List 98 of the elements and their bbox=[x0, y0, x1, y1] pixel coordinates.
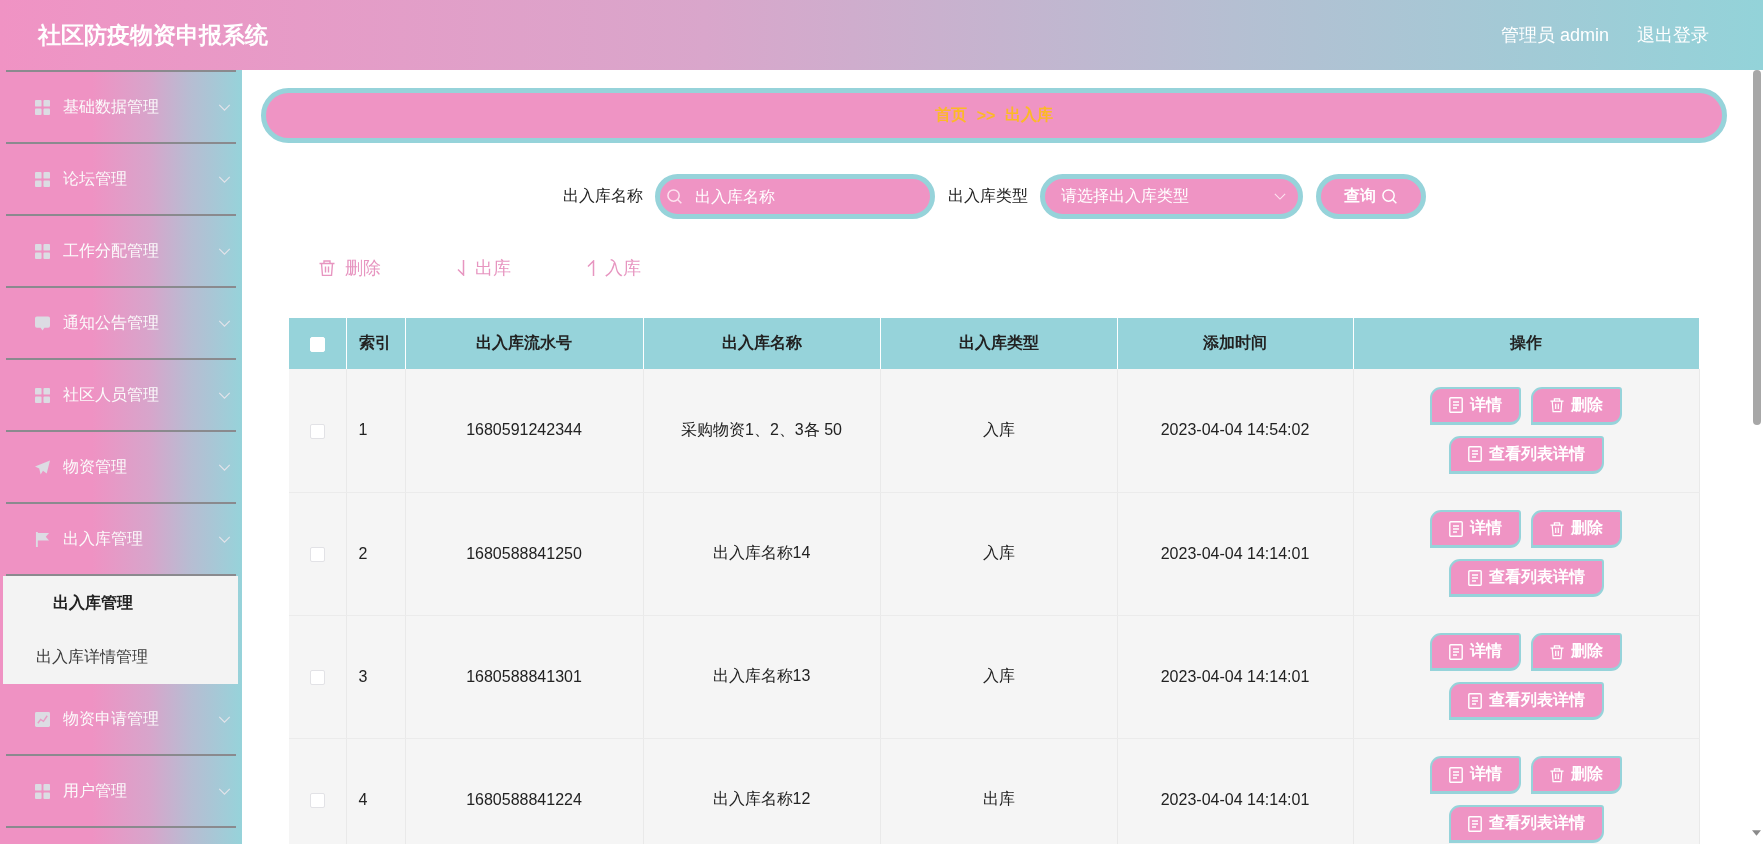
checkbox[interactable] bbox=[309, 669, 325, 685]
query-button[interactable]: 查询 bbox=[1315, 174, 1426, 219]
list-detail-button[interactable]: 查看列表详情 bbox=[1448, 435, 1604, 474]
scrollbar-thumb[interactable] bbox=[1752, 70, 1761, 425]
trash-icon bbox=[1550, 643, 1564, 660]
document-icon bbox=[1449, 766, 1463, 783]
chevron-down-icon bbox=[218, 319, 231, 327]
sidebar-item[interactable]: 论坛管理 bbox=[6, 144, 236, 216]
sidebar-item[interactable]: 通知公告管理 bbox=[6, 288, 236, 360]
sidebar-item[interactable]: 基础数据管理 bbox=[6, 70, 236, 144]
grid-icon bbox=[35, 99, 50, 115]
chevron-down-icon bbox=[218, 787, 231, 795]
grid-icon bbox=[35, 243, 50, 259]
delete-button[interactable]: 删除 bbox=[1531, 386, 1622, 425]
chevron-down-icon bbox=[218, 463, 231, 471]
list-detail-button[interactable]: 查看列表详情 bbox=[1448, 682, 1604, 720]
grid-icon bbox=[35, 171, 50, 187]
chevron-down-icon bbox=[218, 535, 231, 543]
message-icon bbox=[35, 315, 50, 331]
document-icon bbox=[1467, 446, 1482, 463]
table-cell: 2023-04-04 14:14:01 bbox=[1117, 738, 1353, 844]
chevron-down-icon bbox=[218, 715, 231, 723]
stock-out-button[interactable]: 出库 bbox=[457, 256, 511, 280]
breadcrumb-current: 出入库 bbox=[1005, 105, 1054, 125]
table-cell: 1680588841224 bbox=[405, 738, 643, 844]
text-input-field[interactable]: 出入库名称 bbox=[654, 174, 935, 219]
table-cell: 出入库名称14 bbox=[643, 492, 880, 615]
table-cell: 1 bbox=[346, 369, 405, 492]
document-icon bbox=[1449, 397, 1463, 414]
chevron-down-icon bbox=[218, 103, 231, 111]
trash-icon bbox=[1550, 397, 1564, 414]
arrow-down-icon bbox=[457, 260, 465, 276]
chevron-down-icon bbox=[218, 175, 231, 183]
breadcrumb-link[interactable]: 首页 bbox=[934, 105, 967, 126]
document-icon bbox=[1449, 643, 1463, 660]
submenu-item[interactable]: 出入库详情管理 bbox=[3, 630, 238, 684]
table-cell: 入库 bbox=[880, 615, 1117, 738]
paper-plane-icon bbox=[35, 459, 50, 475]
grid-icon bbox=[35, 387, 50, 403]
table-cell: 4 bbox=[346, 738, 405, 844]
chevron-down-icon bbox=[218, 247, 231, 255]
sidebar-item[interactable]: 工作分配管理 bbox=[6, 216, 236, 288]
logout-link[interactable]: 退出登录 bbox=[1637, 23, 1709, 47]
document-icon bbox=[1467, 815, 1482, 832]
arrow-up-icon bbox=[587, 260, 595, 276]
trash-icon bbox=[1550, 520, 1564, 537]
scroll-down-icon bbox=[1752, 830, 1761, 836]
checkbox[interactable] bbox=[309, 423, 325, 439]
grid-icon bbox=[35, 783, 50, 799]
chevron-down-icon bbox=[218, 391, 231, 399]
search-icon bbox=[666, 189, 682, 204]
flag-icon bbox=[35, 531, 50, 547]
submenu-item[interactable]: 出入库管理 bbox=[3, 576, 238, 630]
trash-icon bbox=[1550, 766, 1564, 783]
table-cell: 1680588841301 bbox=[405, 615, 643, 738]
list-detail-button[interactable]: 查看列表详情 bbox=[1448, 805, 1604, 843]
sidebar-item[interactable]: 用户管理 bbox=[6, 756, 236, 828]
chevron-down-icon bbox=[1273, 193, 1286, 200]
table-cell: 1680588841250 bbox=[405, 492, 643, 615]
document-icon bbox=[1449, 520, 1463, 537]
detail-button[interactable]: 详情 bbox=[1430, 386, 1521, 425]
checkbox[interactable] bbox=[309, 546, 325, 562]
table-cell: 2023-04-04 14:14:01 bbox=[1117, 615, 1353, 738]
delete-button[interactable]: 删除 bbox=[319, 256, 381, 280]
delete-button[interactable]: 删除 bbox=[1531, 633, 1622, 671]
app-title: 社区防疫物资申报系统 bbox=[38, 20, 269, 50]
search-label: 出入库名称 bbox=[562, 186, 643, 206]
table-cell: 出库 bbox=[880, 738, 1117, 844]
sidebar-item[interactable]: 物资管理 bbox=[6, 432, 236, 504]
checkbox[interactable] bbox=[309, 792, 325, 808]
table-cell: 1680591242344 bbox=[405, 369, 643, 492]
delete-button[interactable]: 删除 bbox=[1531, 756, 1622, 794]
table-cell: 出入库名称12 bbox=[643, 738, 880, 844]
table-cell: 2023-04-04 14:14:01 bbox=[1117, 492, 1353, 615]
table-cell: 出入库名称13 bbox=[643, 615, 880, 738]
chart-icon bbox=[35, 711, 50, 727]
table-cell: 3 bbox=[346, 615, 405, 738]
sidebar-item[interactable]: 社区人员管理 bbox=[6, 360, 236, 432]
stock-in-button[interactable]: 入库 bbox=[587, 256, 641, 280]
type-select[interactable]: 请选择出入库类型 bbox=[1039, 174, 1303, 219]
table-cell: 采购物资1、2、3各 50 bbox=[643, 369, 880, 492]
user-label: 管理员 admin bbox=[1500, 24, 1609, 47]
detail-button[interactable]: 详情 bbox=[1430, 756, 1521, 794]
detail-button[interactable]: 详情 bbox=[1430, 510, 1521, 548]
detail-button[interactable]: 详情 bbox=[1430, 633, 1521, 671]
table-cell: 入库 bbox=[880, 492, 1117, 615]
document-icon bbox=[1467, 569, 1482, 586]
sidebar-item[interactable]: 物资申请管理 bbox=[6, 684, 236, 756]
search-label: 出入库类型 bbox=[947, 186, 1028, 206]
table-cell: 入库 bbox=[880, 369, 1117, 492]
list-detail-button[interactable]: 查看列表详情 bbox=[1448, 559, 1604, 597]
breadcrumb-separator: >> bbox=[976, 106, 996, 125]
table-cell: 2023-04-04 14:54:02 bbox=[1117, 369, 1353, 492]
document-icon bbox=[1467, 692, 1482, 709]
trash-icon bbox=[319, 260, 335, 276]
search-icon bbox=[1382, 189, 1397, 204]
delete-button[interactable]: 删除 bbox=[1531, 510, 1622, 548]
table-cell: 2 bbox=[346, 492, 405, 615]
